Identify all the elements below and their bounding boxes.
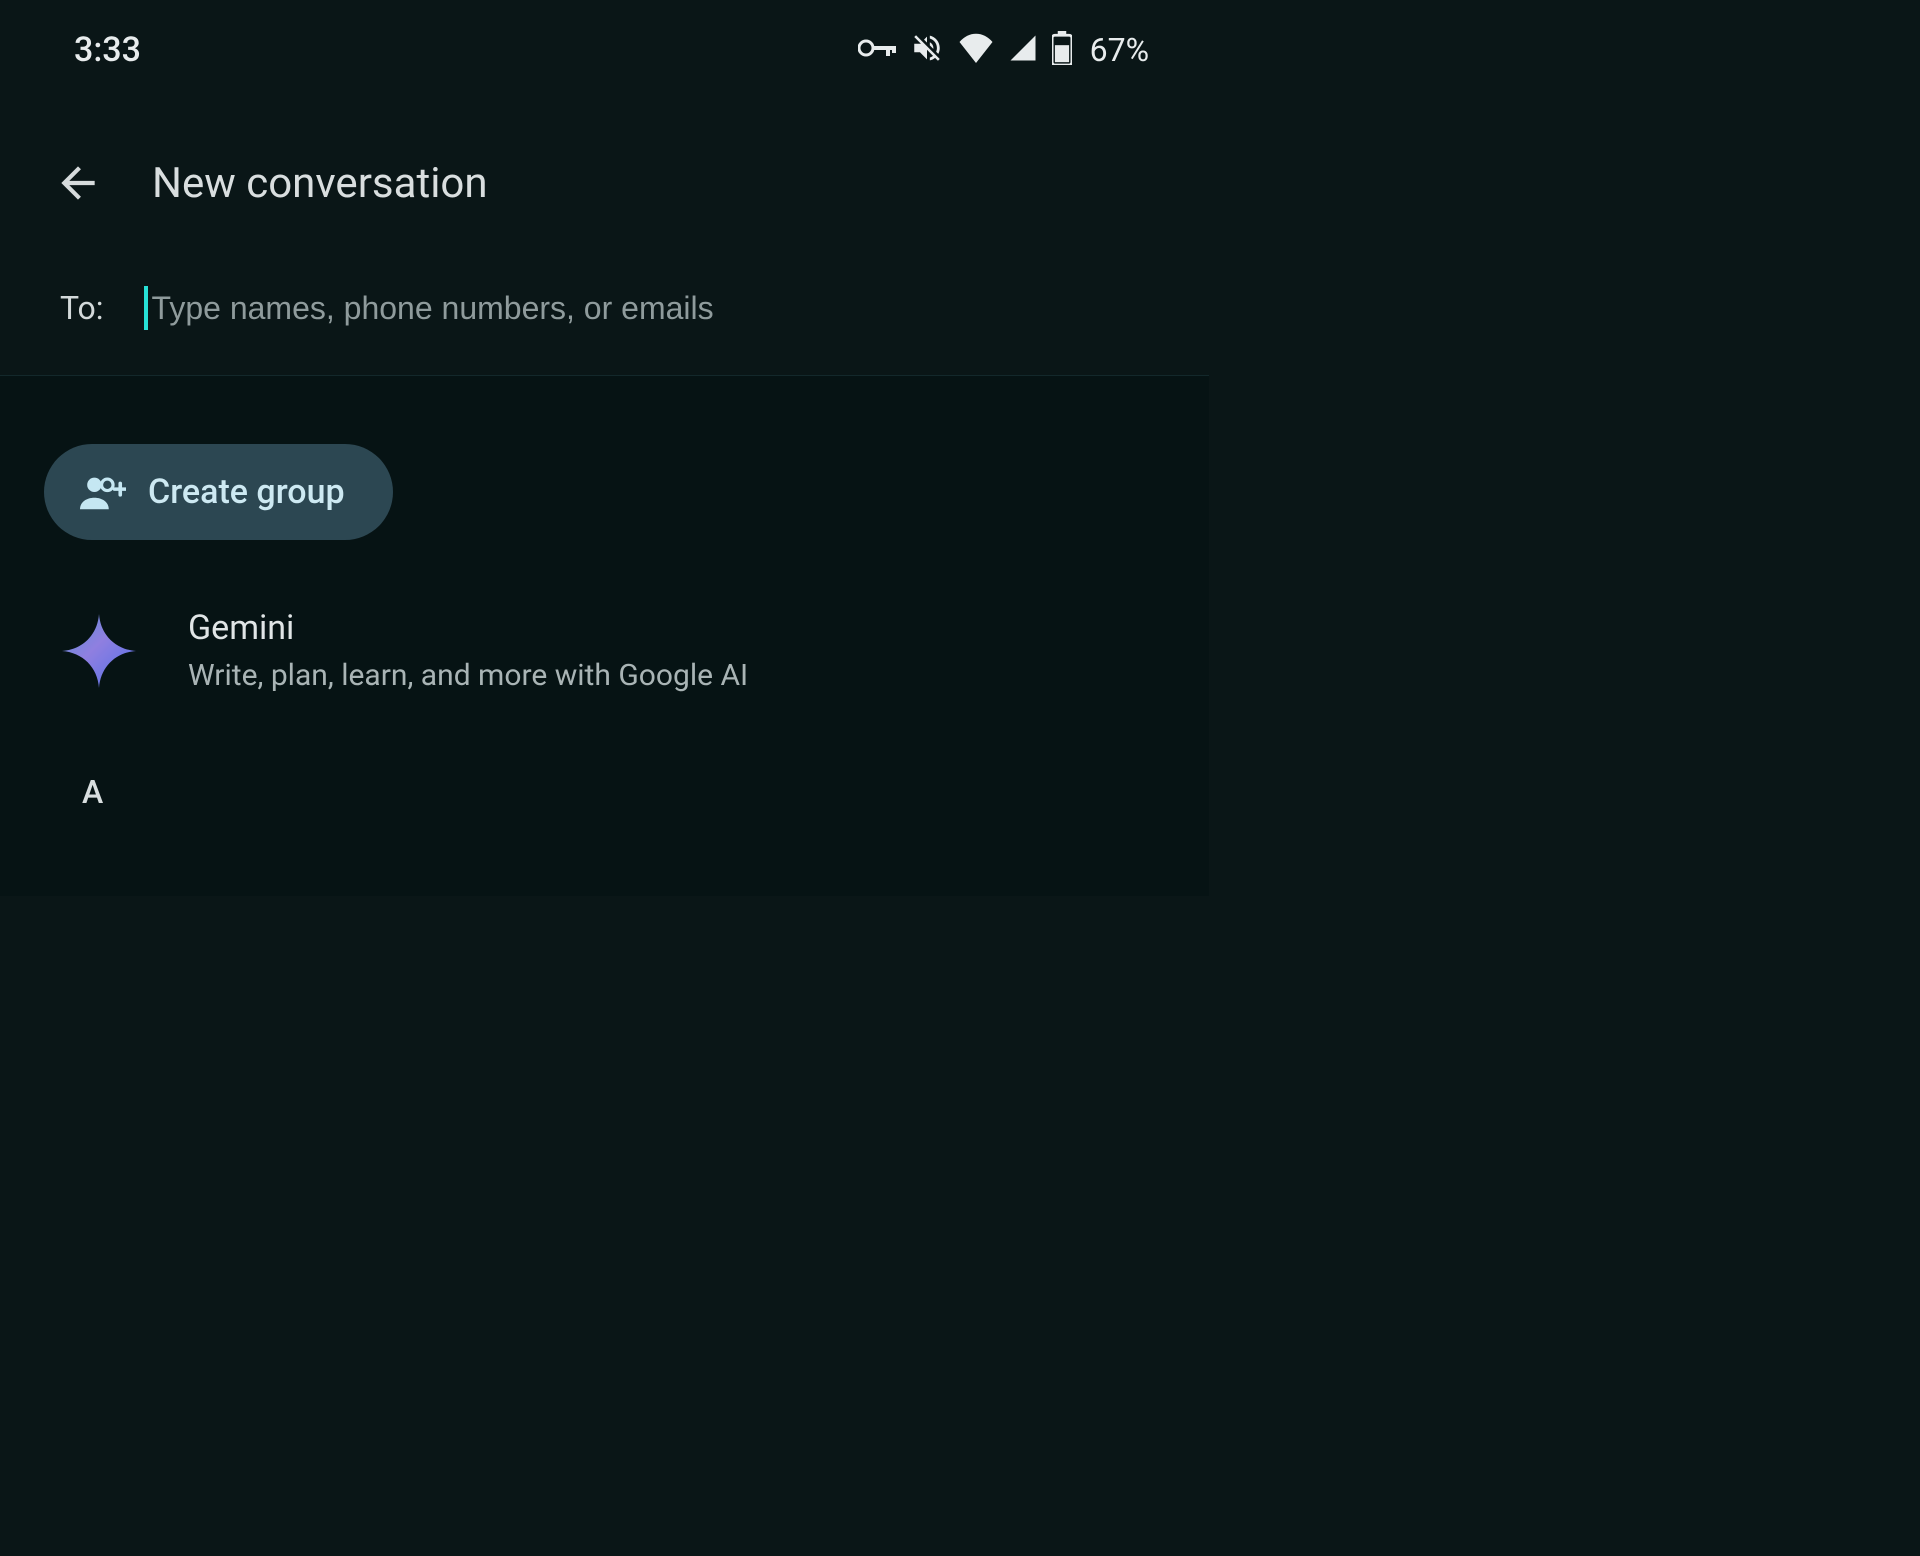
gemini-text: Gemini Write, plan, learn, and more with… xyxy=(188,608,748,693)
group-add-icon xyxy=(80,474,126,510)
battery-icon xyxy=(1052,31,1072,69)
recipient-input-wrap[interactable] xyxy=(144,290,1179,327)
app-bar: New conversation xyxy=(0,100,1209,241)
status-time: 3:33 xyxy=(74,30,141,70)
body-area: Create group Gemini Write, plan, learn, … xyxy=(0,376,1209,896)
gemini-row[interactable]: Gemini Write, plan, learn, and more with… xyxy=(44,608,1209,693)
page-title: New conversation xyxy=(152,159,488,208)
recipient-input[interactable] xyxy=(144,290,1179,327)
battery-percentage: 67% xyxy=(1090,31,1149,69)
vpn-key-icon xyxy=(858,37,896,63)
gemini-title: Gemini xyxy=(188,608,748,648)
create-group-button[interactable]: Create group xyxy=(44,444,393,540)
recipient-row: To: xyxy=(0,241,1209,376)
create-group-label: Create group xyxy=(148,472,345,512)
contacts-section-header: A xyxy=(44,773,1209,811)
text-caret xyxy=(144,286,148,330)
back-button[interactable] xyxy=(50,155,106,211)
mute-icon xyxy=(910,31,944,69)
signal-icon xyxy=(1008,33,1038,67)
gemini-subtitle: Write, plan, learn, and more with Google… xyxy=(188,658,748,693)
status-icons: 67% xyxy=(858,31,1149,69)
wifi-icon xyxy=(958,33,994,67)
arrow-back-icon xyxy=(53,158,103,208)
status-bar: 3:33 67% xyxy=(0,0,1209,100)
gemini-icon xyxy=(62,614,136,688)
recipient-label: To: xyxy=(60,289,104,327)
